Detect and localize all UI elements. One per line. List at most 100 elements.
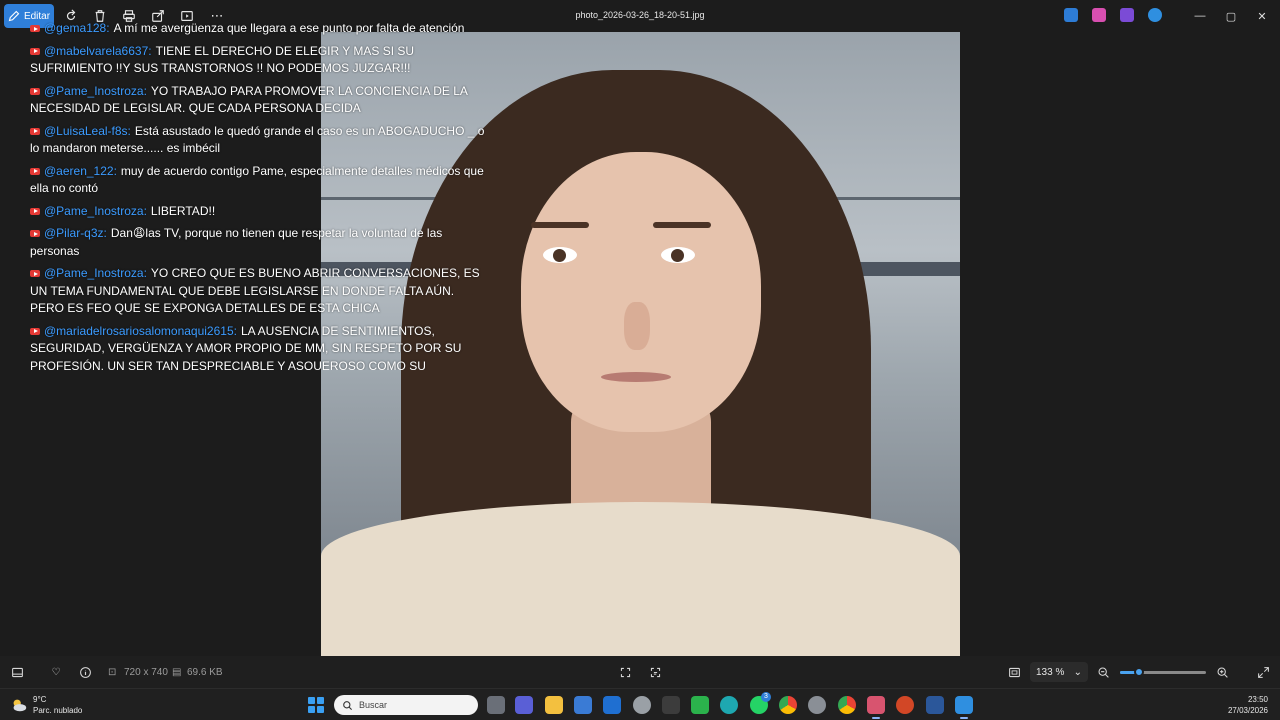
chatgpt-icon[interactable] <box>633 696 651 714</box>
outlook-icon[interactable] <box>603 696 621 714</box>
youtube-icon <box>30 25 40 32</box>
youtube-icon <box>30 167 40 175</box>
maximize-icon[interactable]: ▢ <box>1222 7 1240 25</box>
settings-gear-icon[interactable] <box>808 696 826 714</box>
chat-username: @LuisaLeal-f8s: <box>44 123 131 138</box>
copilot-icon[interactable] <box>1092 8 1106 22</box>
fullscreen-icon[interactable] <box>1256 665 1270 679</box>
taskbar-search[interactable]: Buscar <box>334 695 478 715</box>
minimize-icon[interactable]: — <box>1191 7 1209 25</box>
task-view-icon[interactable] <box>487 696 505 714</box>
chat-message: @mabelvarela6637: TIENE EL DERECHO DE ELE… <box>30 43 485 78</box>
photos-app-window: Editar ⋯ photo_2026-03-26_18-20-51.jpg —… <box>0 0 1280 688</box>
chat-username: @mabelvarela6637: <box>44 43 152 58</box>
chat-message: @Pame_Inostroza: LIBERTAD!! <box>30 203 485 221</box>
camtasia-icon[interactable] <box>691 696 709 714</box>
youtube-icon <box>30 87 40 95</box>
word-icon[interactable] <box>926 696 944 714</box>
weather-condition: Parc. nublado <box>33 706 83 715</box>
designer-icon[interactable] <box>1064 8 1078 22</box>
zoom-in-icon[interactable] <box>1215 665 1229 679</box>
chat-username: @Pilar-q3z: <box>44 226 107 240</box>
chat-username: @gema128: <box>44 21 110 35</box>
youtube-icon <box>30 127 40 135</box>
status-bar: ♡ ⊡ 720 x 740 ▤ 69.6 KB 133 % ⌄ <box>0 656 1280 688</box>
visual-search-icon[interactable] <box>648 665 662 679</box>
windows-logo-tile <box>316 705 324 713</box>
snipping-tool-icon[interactable] <box>867 696 885 714</box>
chat-message: @Pilar-q3z: Dan😩las TV, porque no tienen … <box>30 225 485 260</box>
chat-message: @mariadelrosariosalomonaqui2615: LA AUSEN… <box>30 323 485 370</box>
youtube-icon <box>30 47 40 55</box>
zoom-level-dropdown[interactable]: 133 % ⌄ <box>1030 662 1088 682</box>
chrome-icon[interactable] <box>779 696 797 714</box>
youtube-icon <box>30 207 40 215</box>
start-button[interactable] <box>308 697 324 713</box>
image-dimensions: 720 x 740 <box>124 667 168 678</box>
zoom-slider-handle[interactable] <box>1133 667 1144 677</box>
toolbar-app-shortcuts <box>1064 8 1162 22</box>
photo-brow <box>531 222 589 228</box>
chat-message: @Pame_Inostroza: YO CREO QUE ES BUENO ABR… <box>30 265 485 318</box>
windows-logo-tile <box>308 697 316 705</box>
youtube-icon <box>30 230 40 237</box>
zoom-out-icon[interactable] <box>1096 665 1110 679</box>
crop-fit-icon[interactable] <box>618 665 632 679</box>
photo-nose <box>624 302 650 350</box>
zoom-slider[interactable] <box>1120 667 1206 677</box>
info-icon[interactable] <box>78 665 92 679</box>
windows-logo-tile <box>308 705 316 713</box>
chat-message: @aeren_122: muy de acuerdo contigo Pame, … <box>30 163 485 198</box>
photos-app-icon[interactable] <box>955 696 973 714</box>
cube-app-icon[interactable] <box>662 696 680 714</box>
edge-icon[interactable] <box>720 696 738 714</box>
chrome-profile-icon[interactable] <box>838 696 856 714</box>
clock-time: 23:50 <box>1247 695 1268 704</box>
clipchamp-icon[interactable] <box>1120 8 1134 22</box>
dimensions-icon: ⊡ <box>108 667 117 678</box>
photo-face <box>521 152 761 432</box>
filesize-icon: ▤ <box>172 667 182 678</box>
chat-username: @Pame_Inostroza: <box>44 266 147 280</box>
chat-message: @LuisaLeal-f8s: Está asustado le quedó gr… <box>30 123 485 158</box>
pencil-icon <box>8 10 20 22</box>
chat-username: @Pame_Inostroza: <box>44 203 147 218</box>
filmstrip-icon[interactable] <box>10 665 24 679</box>
photo-eye <box>543 247 577 263</box>
teams-icon[interactable] <box>515 696 533 714</box>
photo-eye <box>661 247 695 263</box>
chat-username: @mariadelrosariosalomonaqui2615: <box>44 323 237 338</box>
youtube-icon <box>30 270 40 277</box>
youtube-icon <box>30 327 40 335</box>
chat-username: @aeren_122: <box>44 163 117 178</box>
active-app-indicator <box>960 717 968 719</box>
chat-username: @Pame_Inostroza: <box>44 83 147 98</box>
onedrive-icon[interactable] <box>1148 8 1162 22</box>
fit-to-window-icon[interactable] <box>1007 665 1021 679</box>
chat-message: @Pame_Inostroza: YO TRABAJO PARA PROMOVER… <box>30 83 485 118</box>
file-size: 69.6 KB <box>187 667 223 678</box>
chat-overlay: @gema128: A mí me avergüenza que llegara … <box>30 20 485 370</box>
weather-widget[interactable]: 9°C Parc. nublado <box>10 694 82 716</box>
photo-shirt <box>321 502 960 656</box>
whatsapp-badge: 3 <box>761 692 771 702</box>
clock-date: 27/03/2026 <box>1227 706 1268 715</box>
weather-temperature: 9°C <box>33 695 47 704</box>
microsoft-store-icon[interactable] <box>574 696 592 714</box>
chat-text: A mí me avergüenza que llegara a ese pun… <box>113 21 465 35</box>
chat-text: LIBERTAD!! <box>150 203 216 218</box>
windows-taskbar: 9°C Parc. nublado Buscar 3 23:50 27/03/2… <box>0 688 1280 720</box>
search-icon <box>343 700 353 710</box>
close-icon[interactable]: ✕ <box>1253 7 1271 25</box>
partly-cloudy-icon <box>13 699 27 712</box>
whatsapp-icon[interactable]: 3 <box>750 692 771 714</box>
search-placeholder: Buscar <box>359 700 388 710</box>
windows-logo-tile <box>316 697 324 705</box>
file-explorer-icon[interactable] <box>545 696 563 714</box>
photo-brow <box>653 222 711 228</box>
powerpoint-icon[interactable] <box>896 696 914 714</box>
favorite-heart-icon[interactable]: ♡ <box>49 665 63 679</box>
chat-message: @gema128: A mí me avergüenza que llegara … <box>30 20 485 38</box>
photo-mouth <box>601 372 671 382</box>
system-clock[interactable]: 23:50 27/03/2026 <box>1228 694 1268 716</box>
